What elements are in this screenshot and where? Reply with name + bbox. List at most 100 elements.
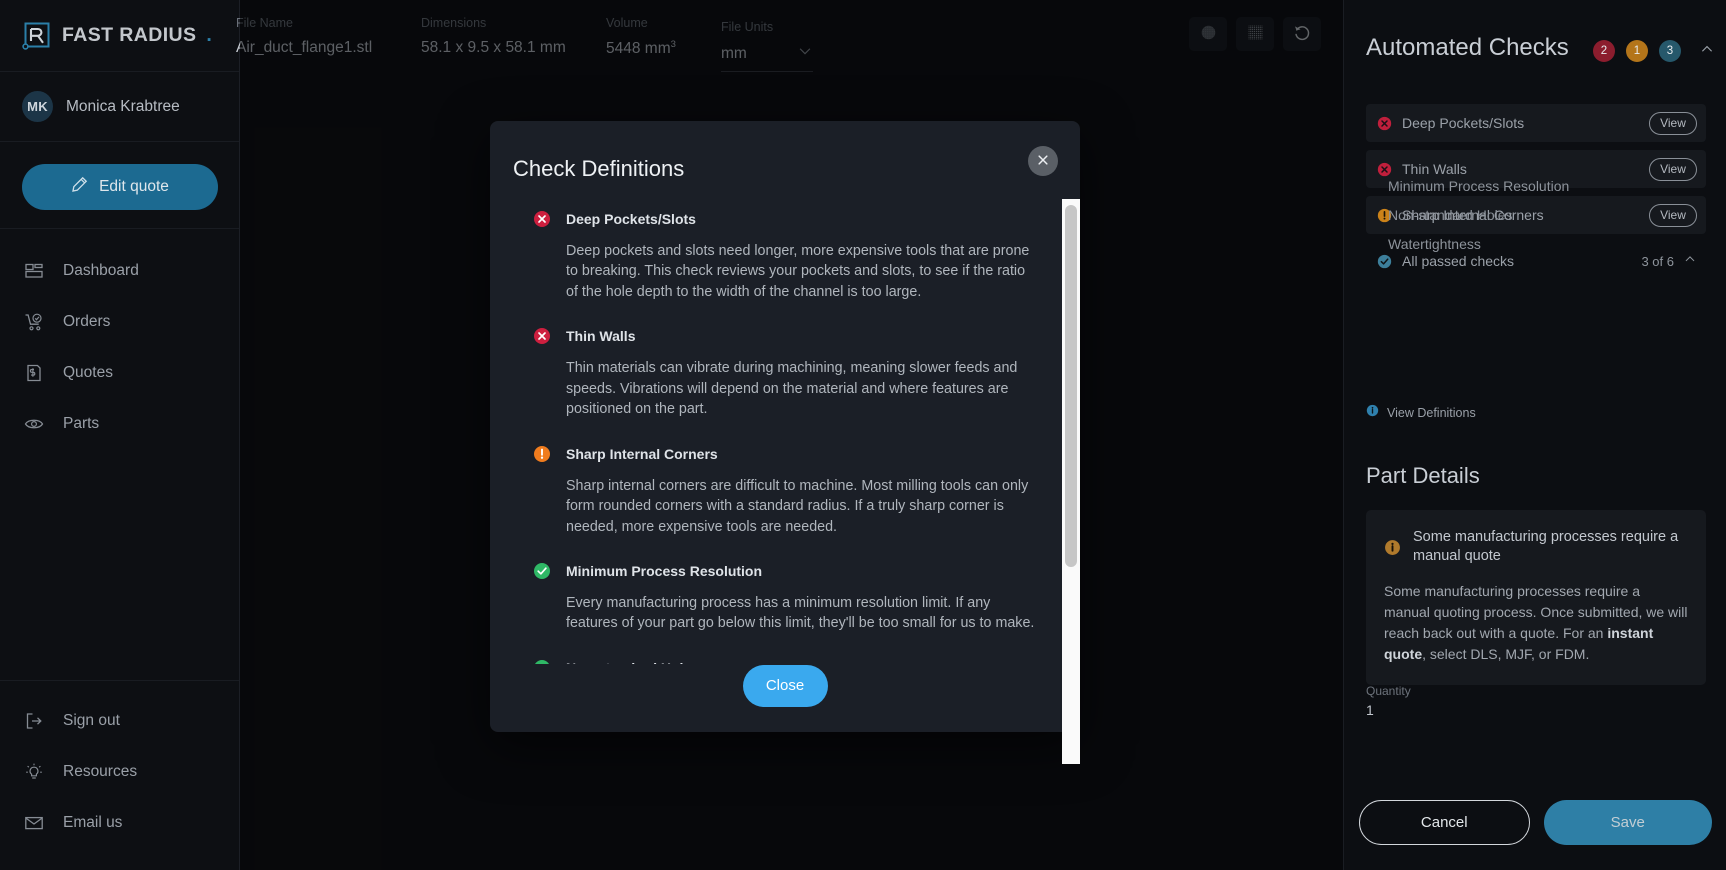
view-button[interactable]: View (1649, 157, 1697, 181)
modal-footer: Close (490, 639, 1080, 732)
modal-title: Check Definitions (513, 156, 685, 181)
definition-item: Sharp Internal Corners Sharp internal co… (513, 444, 1060, 537)
error-icon (1377, 162, 1392, 177)
modal-scrollbar-thumb[interactable] (1065, 205, 1077, 567)
sidebar-item-label: Resources (63, 762, 138, 780)
notice-body-after: , select DLS, MJF, or FDM. (1422, 645, 1590, 662)
avatar: MK (22, 91, 53, 122)
brand-name: FAST RADIUS (62, 24, 197, 46)
lightbulb-icon (24, 762, 44, 782)
quote-document-icon (24, 363, 44, 383)
list-item: Minimum Process Resolution (1388, 178, 1570, 194)
definition-text: Sharp internal corners are difficult to … (566, 477, 1029, 535)
sidebar-item-parts[interactable]: Parts (0, 398, 239, 449)
automated-checks-panel: Automated Checks 2 1 3 Deep Pockets/Slot… (1343, 0, 1726, 870)
definition-text: Every manufacturing process has a minimu… (566, 594, 1035, 632)
status-badge-warning: 1 (1626, 40, 1648, 62)
edit-quote-label: Edit quote (99, 178, 169, 195)
warning-icon (533, 445, 551, 463)
sidebar-item-email-us[interactable]: Email us (0, 797, 239, 848)
pass-icon (533, 562, 551, 580)
definition-header: Sharp Internal Corners (566, 444, 1060, 464)
sidebar-item-resources[interactable]: Resources (0, 746, 239, 797)
definition-title: Sharp Internal Corners (566, 445, 718, 462)
info-icon (1384, 539, 1401, 561)
fast-radius-logo-icon (22, 21, 52, 51)
definition-header: Minimum Process Resolution (566, 561, 1060, 581)
chevron-up-icon[interactable] (1683, 252, 1697, 271)
notice-header: Some manufacturing processes require a m… (1384, 528, 1688, 567)
definition-item: Minimum Process Resolution Every manufac… (513, 561, 1060, 634)
brand-dot: . (206, 24, 212, 46)
definition-title: Deep Pockets/Slots (566, 211, 696, 227)
check-name: Thin Walls (1402, 161, 1467, 177)
sidebar-item-dashboard[interactable]: Dashboard (0, 245, 239, 296)
chevron-up-icon[interactable] (1699, 41, 1715, 62)
part-details-title: Part Details (1366, 463, 1480, 488)
info-icon (1366, 404, 1379, 422)
sign-out-icon (24, 711, 44, 731)
brand-header[interactable]: FAST RADIUS . (0, 0, 239, 72)
edit-quote-container: Edit quote (0, 142, 239, 229)
definition-title: Thin Walls (566, 328, 636, 345)
status-badge-error: 2 (1593, 40, 1615, 62)
page-title: Automated Checks (1366, 34, 1569, 61)
cart-check-icon (24, 312, 44, 332)
definition-header: Thin Walls (566, 326, 1060, 346)
sidebar-item-label: Sign out (63, 711, 120, 729)
close-button[interactable]: Close (742, 664, 828, 707)
user-profile[interactable]: MK Monica Krabtree (0, 72, 239, 142)
notice-heading: Some manufacturing processes require a m… (1413, 529, 1679, 565)
sidebar-item-label: Parts (63, 414, 100, 432)
list-item: Non-standard Holes (1388, 207, 1513, 223)
manual-quote-notice: Some manufacturing processes require a m… (1366, 510, 1706, 685)
cancel-button[interactable]: Cancel (1359, 799, 1530, 845)
definition-text: Deep pockets and slots need longer, more… (566, 243, 1030, 300)
sidebar: FAST RADIUS . MK Monica Krabtree Edit qu… (0, 0, 240, 870)
sidebar-item-quotes[interactable]: Quotes (0, 347, 239, 398)
sidebar-item-label: Orders (63, 312, 111, 330)
passed-count: 3 of 6 (1641, 253, 1674, 269)
edit-quote-button[interactable]: Edit quote (22, 164, 218, 210)
check-name: Deep Pockets/Slots (1402, 115, 1525, 131)
definition-header: Deep Pockets/Slots (566, 209, 1060, 229)
view-definitions-link[interactable]: View Definitions (1366, 404, 1476, 422)
part-eye-icon (24, 414, 44, 434)
definitions-list: Deep Pockets/Slots Deep pockets and slot… (513, 209, 1080, 664)
check-definitions-modal: Check Definitions Deep Pockets/Slots Dee… (490, 121, 1080, 764)
sidebar-item-orders[interactable]: Orders (0, 296, 239, 347)
check-row-deep-pockets[interactable]: Deep Pockets/Slots View (1366, 104, 1706, 142)
main-viewer-area: File Name Air_duct_flange1.stl Dimension… (236, 0, 1343, 870)
user-name: Monica Krabtree (66, 97, 180, 115)
quantity-value[interactable]: 1 (1366, 702, 1374, 718)
error-icon (533, 210, 551, 228)
view-button[interactable]: View (1649, 111, 1697, 135)
definition-title: Minimum Process Resolution (566, 562, 763, 579)
quantity-label: Quantity (1366, 684, 1411, 698)
definition-text: Thin materials can vibrate during machin… (566, 360, 1018, 418)
view-definitions-label: View Definitions (1387, 406, 1476, 420)
sidebar-item-label: Dashboard (63, 261, 139, 279)
sidebar-item-label: Email us (63, 813, 123, 831)
close-icon-button[interactable] (1028, 146, 1058, 176)
status-badge-pass: 3 (1659, 40, 1681, 62)
primary-nav: Dashboard Orders Quotes Parts (0, 229, 239, 449)
notice-body: Some manufacturing processes require a m… (1384, 581, 1688, 665)
error-icon (533, 327, 551, 345)
close-icon (1036, 153, 1050, 170)
sidebar-item-label: Quotes (63, 363, 113, 381)
passed-checks-items: Minimum Process Resolution Non-standard … (1388, 178, 1569, 265)
list-item: Watertightness (1388, 236, 1481, 252)
definition-item: Deep Pockets/Slots Deep pockets and slot… (513, 209, 1060, 302)
sidebar-item-sign-out[interactable]: Sign out (0, 695, 239, 746)
dashboard-icon (24, 261, 44, 281)
check-badges: 2 1 3 (1593, 40, 1715, 62)
secondary-nav: Sign out Resources Email us (0, 680, 239, 870)
error-icon (1377, 116, 1392, 131)
view-button[interactable]: View (1649, 203, 1697, 227)
envelope-icon (24, 813, 44, 833)
pencil-icon (71, 176, 88, 198)
save-button[interactable]: Save (1543, 799, 1712, 845)
definition-item: Thin Walls Thin materials can vibrate du… (513, 326, 1060, 419)
